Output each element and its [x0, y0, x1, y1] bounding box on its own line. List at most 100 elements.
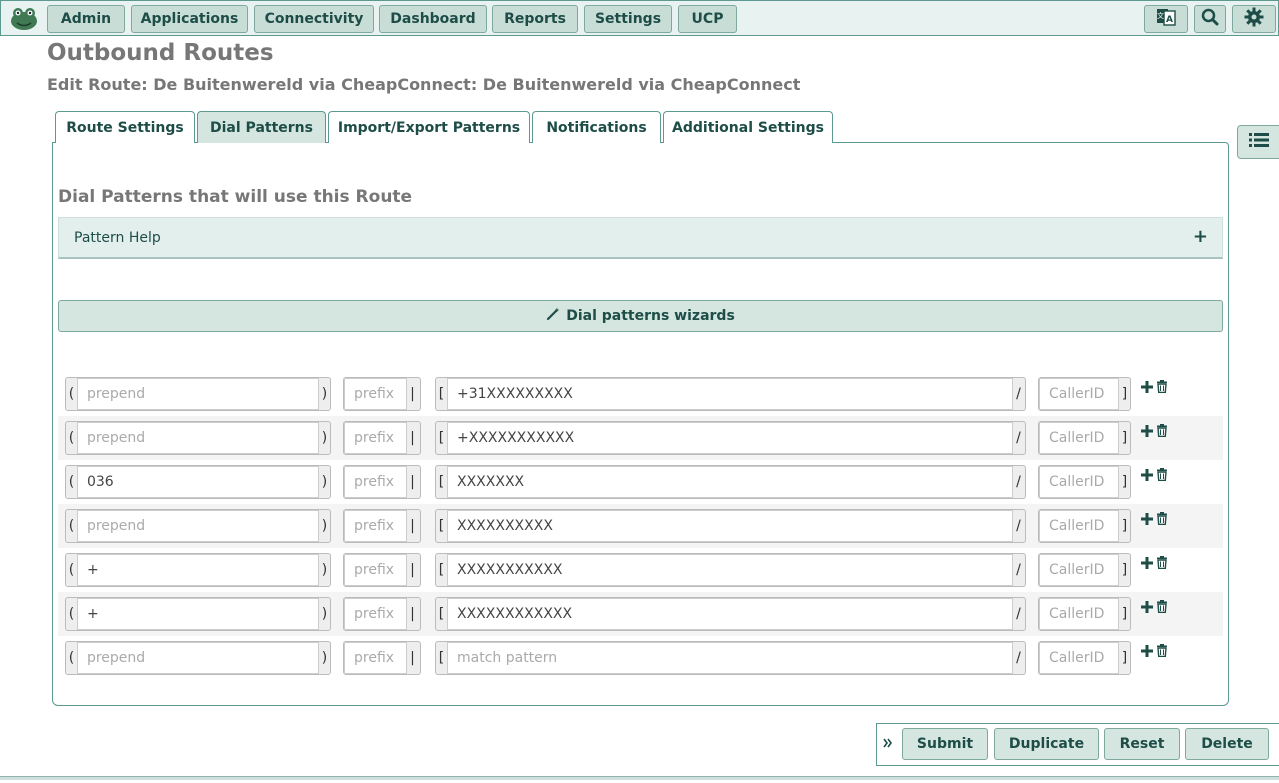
callerid-input[interactable]: CallerID: [1039, 378, 1119, 410]
trash-icon[interactable]: [1156, 380, 1168, 398]
callerid-input[interactable]: CallerID: [1039, 510, 1119, 542]
prefix-group: prefix |: [343, 641, 421, 675]
duplicate-button[interactable]: Duplicate: [994, 728, 1099, 760]
prepend-input[interactable]: prepend: [76, 378, 320, 410]
bracket-label: |: [410, 650, 415, 666]
add-row-icon[interactable]: [1141, 556, 1153, 574]
bracket-label: [: [438, 518, 445, 534]
dial-pattern-row: (+) prefix |[XXXXXXXXXXXX / CallerID]: [58, 592, 1223, 636]
trash-icon[interactable]: [1156, 600, 1168, 618]
bracket-label: (: [68, 650, 75, 666]
bracket-label: /: [1016, 430, 1021, 446]
row-actions: [1141, 644, 1168, 662]
prepend-group: (prepend): [65, 641, 331, 675]
bracket-label: ): [321, 562, 328, 578]
reset-button[interactable]: Reset: [1104, 728, 1180, 760]
add-row-icon[interactable]: [1141, 644, 1153, 662]
callerid-input[interactable]: CallerID: [1039, 598, 1119, 630]
callerid-input[interactable]: CallerID: [1039, 642, 1119, 674]
callerid-group: CallerID]: [1038, 597, 1131, 631]
collapse-double-chevron-icon[interactable]: [883, 736, 893, 755]
settings-button[interactable]: [1232, 5, 1276, 33]
prefix-input[interactable]: prefix: [344, 598, 407, 630]
prefix-input[interactable]: prefix: [344, 466, 407, 498]
match-pattern-group: [+XXXXXXXXXXX /: [435, 421, 1026, 455]
callerid-group: CallerID]: [1038, 553, 1131, 587]
prepend-input[interactable]: prepend: [76, 510, 320, 542]
callerid-input[interactable]: CallerID: [1039, 466, 1119, 498]
search-button[interactable]: [1194, 5, 1226, 33]
match-input[interactable]: XXXXXXXXXXXX: [447, 598, 1013, 630]
trash-icon[interactable]: [1156, 468, 1168, 486]
callerid-group: CallerID]: [1038, 465, 1131, 499]
match-input[interactable]: match pattern: [447, 642, 1013, 674]
prepend-input[interactable]: 036: [76, 466, 320, 498]
prepend-group: (prepend): [65, 377, 331, 411]
pattern-help-accordion[interactable]: Pattern Help +: [58, 217, 1223, 259]
match-input[interactable]: XXXXXXX: [447, 466, 1013, 498]
callerid-input[interactable]: CallerID: [1039, 422, 1119, 454]
bracket-label: (: [68, 518, 75, 534]
nav-admin[interactable]: Admin: [47, 5, 125, 33]
add-row-icon[interactable]: [1141, 380, 1153, 398]
callerid-input[interactable]: CallerID: [1039, 554, 1119, 586]
dial-pattern-row: (+) prefix |[XXXXXXXXXXX / CallerID]: [58, 548, 1223, 592]
magic-wand-icon: [546, 307, 560, 325]
match-input[interactable]: XXXXXXXXXX: [447, 510, 1013, 542]
dial-pattern-row: (prepend) prefix |[XXXXXXXXXX / CallerID]: [58, 504, 1223, 548]
trash-icon[interactable]: [1156, 512, 1168, 530]
nav-ucp[interactable]: UCP: [678, 5, 737, 33]
match-pattern-group: [XXXXXXX /: [435, 465, 1026, 499]
dial-pattern-row: (prepend) prefix |[+31XXXXXXXXX / CallerID]: [58, 372, 1223, 416]
callerid-group: CallerID]: [1038, 377, 1131, 411]
nav-applications[interactable]: Applications: [131, 5, 248, 33]
row-actions: [1141, 600, 1168, 618]
bracket-label: /: [1016, 606, 1021, 622]
prefix-input[interactable]: prefix: [344, 642, 407, 674]
page-subtitle: Edit Route: De Buitenwereld via CheapCon…: [47, 75, 801, 94]
nav-connectivity[interactable]: Connectivity: [254, 5, 374, 33]
tab-additional-settings[interactable]: Additional Settings: [663, 111, 833, 143]
prefix-group: prefix |: [343, 553, 421, 587]
translate-icon: A 文: [1156, 7, 1176, 32]
bracket-label: ): [321, 386, 328, 402]
nav-dashboard[interactable]: Dashboard: [379, 5, 487, 33]
prefix-input[interactable]: prefix: [344, 554, 407, 586]
translate-button[interactable]: A 文: [1144, 5, 1188, 33]
add-row-icon[interactable]: [1141, 424, 1153, 442]
tab-import-export-patterns[interactable]: Import/Export Patterns: [328, 111, 530, 143]
dial-patterns-wizard-button[interactable]: Dial patterns wizards: [58, 300, 1223, 332]
prefix-input[interactable]: prefix: [344, 510, 407, 542]
tab-dial-patterns[interactable]: Dial Patterns: [197, 111, 326, 143]
nav-reports[interactable]: Reports: [492, 5, 578, 33]
prepend-input[interactable]: +: [76, 554, 320, 586]
prepend-input[interactable]: prepend: [76, 642, 320, 674]
match-input[interactable]: +XXXXXXXXXXX: [447, 422, 1013, 454]
add-row-icon[interactable]: [1141, 468, 1153, 486]
expand-plus-icon[interactable]: +: [1193, 226, 1208, 247]
trash-icon[interactable]: [1156, 644, 1168, 662]
bracket-label: [: [438, 562, 445, 578]
nav-settings[interactable]: Settings: [584, 5, 672, 33]
trash-icon[interactable]: [1156, 556, 1168, 574]
prefix-input[interactable]: prefix: [344, 378, 407, 410]
add-row-icon[interactable]: [1141, 600, 1153, 618]
bracket-label: (: [68, 606, 75, 622]
delete-button[interactable]: Delete: [1185, 728, 1269, 760]
sidebar-toggle-button[interactable]: [1237, 125, 1279, 159]
prefix-input[interactable]: prefix: [344, 422, 407, 454]
submit-button[interactable]: Submit: [902, 728, 988, 760]
match-input[interactable]: XXXXXXXXXXX: [447, 554, 1013, 586]
bracket-label: |: [410, 606, 415, 622]
freepbx-logo-icon[interactable]: [9, 6, 39, 32]
bracket-label: ]: [1121, 386, 1128, 402]
bracket-label: (: [68, 562, 75, 578]
match-input[interactable]: +31XXXXXXXXX: [447, 378, 1013, 410]
prepend-input[interactable]: +: [76, 598, 320, 630]
tab-notifications[interactable]: Notifications: [532, 111, 661, 143]
tab-route-settings[interactable]: Route Settings: [55, 111, 195, 143]
match-pattern-group: [+31XXXXXXXXX /: [435, 377, 1026, 411]
add-row-icon[interactable]: [1141, 512, 1153, 530]
trash-icon[interactable]: [1156, 424, 1168, 442]
prepend-input[interactable]: prepend: [76, 422, 320, 454]
